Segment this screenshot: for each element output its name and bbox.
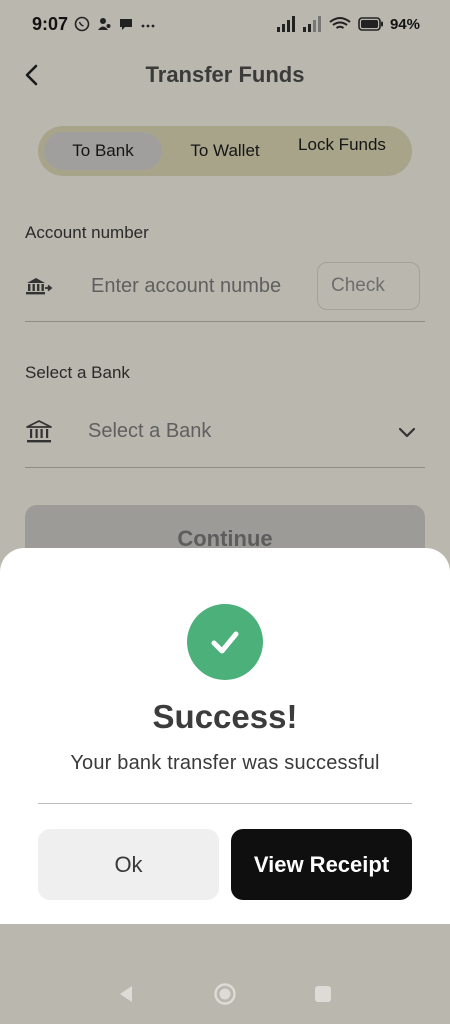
- view-receipt-button[interactable]: View Receipt: [231, 829, 412, 900]
- bank-select[interactable]: Select a Bank: [25, 402, 425, 468]
- page-title: Transfer Funds: [145, 62, 305, 87]
- transfer-tabs: To Bank To Wallet Lock Funds: [38, 126, 412, 176]
- chat-icon: [120, 19, 133, 30]
- status-right: 94%: [276, 16, 420, 33]
- header: Transfer Funds: [0, 50, 450, 100]
- whatsapp-icon: [74, 16, 90, 32]
- success-message: Your bank transfer was successful: [70, 752, 380, 774]
- success-dialog: Success! Your bank transfer was successf…: [0, 548, 450, 924]
- status-time: 9:07: [32, 13, 69, 34]
- divider: [38, 803, 412, 804]
- tab-lock-funds[interactable]: Lock Funds: [280, 126, 404, 164]
- signal-icon: [276, 16, 295, 32]
- wifi-icon: [329, 17, 351, 29]
- more-icon: [141, 24, 155, 28]
- signal-icon: [302, 16, 321, 32]
- account-number-label: Account number: [25, 223, 149, 242]
- bank-select-placeholder: Select a Bank: [88, 420, 212, 442]
- select-bank-label: Select a Bank: [25, 363, 130, 382]
- account-number-row: Check: [25, 258, 425, 322]
- status-left: 9:07: [32, 14, 156, 35]
- navigation-bar: [0, 924, 450, 1024]
- status-bar: 9:07 94%: [0, 0, 450, 48]
- bank-transfer-icon: [26, 278, 53, 295]
- person-icon: [98, 18, 111, 30]
- success-title: Success!: [152, 698, 298, 735]
- battery-percent: 94%: [389, 15, 420, 33]
- battery-icon: [358, 17, 383, 31]
- tab-to-bank[interactable]: To Bank: [44, 132, 162, 170]
- tab-to-wallet[interactable]: To Wallet: [166, 132, 284, 170]
- nav-home-icon[interactable]: [213, 982, 237, 1006]
- check-button[interactable]: Check: [317, 262, 420, 310]
- ok-button[interactable]: Ok: [38, 829, 219, 900]
- bank-icon: [26, 420, 52, 443]
- chevron-down-icon: [398, 427, 416, 438]
- checkmark-icon: [211, 631, 239, 654]
- account-number-input[interactable]: [91, 268, 315, 304]
- nav-recents-icon[interactable]: [315, 986, 331, 1002]
- nav-back-icon[interactable]: [116, 984, 136, 1004]
- success-check-icon: [187, 604, 263, 680]
